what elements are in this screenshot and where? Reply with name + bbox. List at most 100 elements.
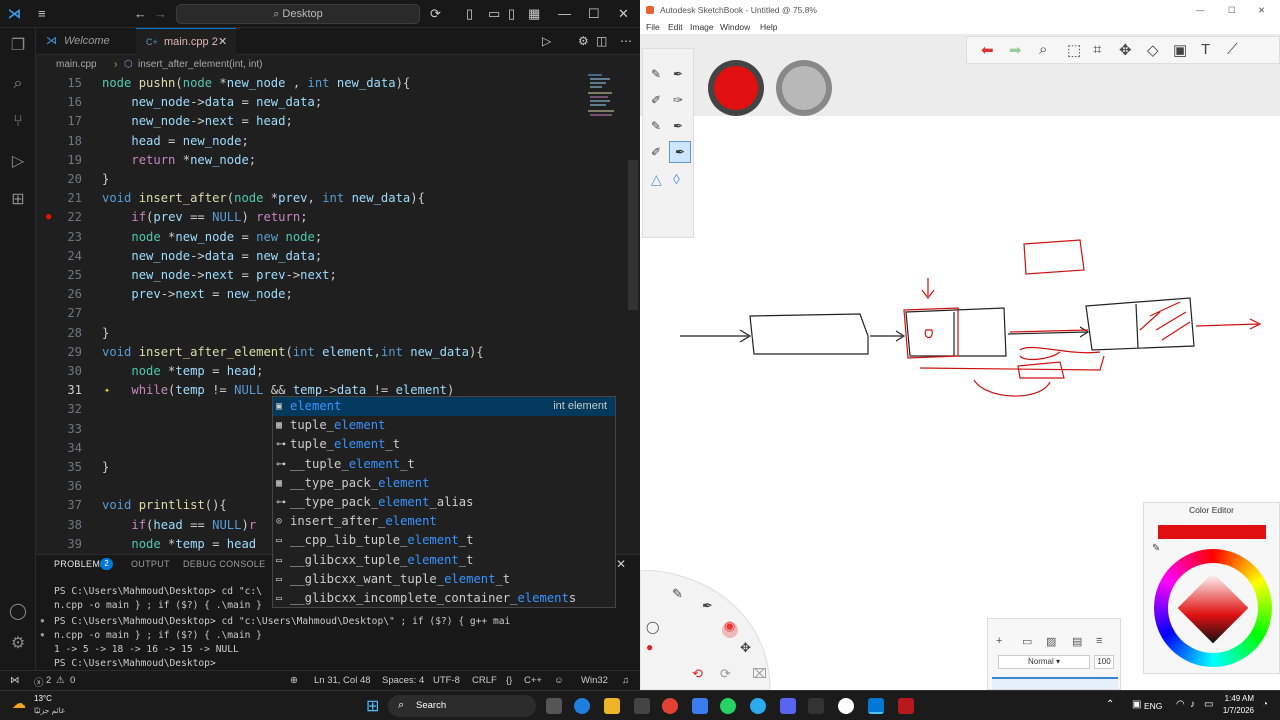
color-wheel[interactable] [1154,549,1272,667]
taskbar-search[interactable]: ⌕ Search [388,695,536,717]
weather-temp[interactable]: 13°C [34,694,52,703]
image-icon[interactable]: ▨ [1046,635,1056,648]
breadcrumb-symbol[interactable]: insert_after_element(int, int) [138,55,263,74]
menu-image[interactable]: Image [690,22,714,32]
redo-icon[interactable]: ➡ [1009,41,1022,59]
suggestion-item[interactable]: ▦ tuple_element [273,416,615,435]
language-mode[interactable]: C++ [524,675,542,686]
toggle-secondary-sidebar-icon[interactable]: ▯ [508,6,515,22]
more-actions-icon[interactable]: ⋯ [620,34,632,48]
code-line[interactable]: 21 void insert_after(node *prev, int new_… [36,189,596,208]
tab-main-cpp[interactable]: C+ main.cpp 2 ✕ [136,28,236,55]
telegram-icon[interactable] [750,698,766,714]
tab-debug-console[interactable]: DEBUG CONSOLE [183,559,265,569]
chrome-icon[interactable] [662,698,678,714]
split-editor-icon[interactable]: ◫ [596,34,607,48]
layer-opacity-field[interactable]: 100 [1094,655,1114,669]
menu-window[interactable]: Window [720,22,750,32]
redo-radial-icon[interactable]: ⟳ [720,666,731,682]
brush-marker-icon[interactable]: ✐ [651,93,661,107]
breadcrumb-file[interactable]: main.cpp [56,55,97,74]
menu-edit[interactable]: Edit [668,22,683,32]
brush-pen-icon[interactable]: ✒ [673,67,683,81]
color-dot-icon[interactable]: ● [646,640,653,654]
layer-clear-icon[interactable]: ▤ [1072,635,1082,648]
sketchbook-taskbar-icon[interactable] [898,698,914,714]
account-icon[interactable]: ◯ [8,602,28,622]
manage-gear-icon[interactable]: ⚙ [8,634,28,654]
volume-icon[interactable]: ♪ [1190,699,1195,710]
copilot-app-icon[interactable] [692,698,708,714]
code-line[interactable]: 25 new_node->next = prev->next; [36,266,596,285]
pen-app-icon[interactable] [808,698,824,714]
code-line[interactable]: 18 head = new_node; [36,132,596,151]
toggle-primary-sidebar-icon[interactable]: ▯ [466,6,473,22]
folder-icon[interactable]: ▭ [1022,635,1032,648]
maximize-icon[interactable]: ☐ [1228,0,1236,20]
suggestion-item[interactable]: ⊙ insert_after_element [273,512,615,531]
code-line[interactable]: 30 node *temp = head; [36,362,596,381]
error-count[interactable]: 2 [46,675,51,686]
encoding[interactable]: UTF-8 [433,675,460,686]
code-line[interactable]: 29 void insert_after_element(int element,… [36,343,596,362]
layer-menu-icon[interactable]: ≡ [1096,635,1102,647]
brush-size-puck[interactable] [776,60,832,116]
code-line[interactable]: 19 return *new_node; [36,151,596,170]
add-layer-icon[interactable]: + [996,635,1002,647]
media-player-icon[interactable] [838,698,854,714]
end-of-line[interactable]: CRLF [472,675,497,686]
code-line[interactable]: 26 prev->next = new_node; [36,285,596,304]
suggestion-item[interactable]: ▭ __glibcxx_want_tuple_element_t [273,570,615,589]
suggestion-item[interactable]: ⊶ __tuple_element_t [273,455,615,474]
customize-layout-icon[interactable]: ▦ [528,6,540,22]
ellipse-icon[interactable]: ◯ [646,620,659,634]
source-control-icon[interactable]: ⑂ [8,112,28,132]
suggestion-item[interactable]: ▦ __type_pack_element [273,474,615,493]
platform[interactable]: Win32 [581,675,608,686]
back-arrow-icon[interactable]: ← [134,6,147,22]
search-view-icon[interactable]: ⌕ [8,74,28,94]
minimap[interactable] [586,74,626,134]
weather-desc[interactable]: غائم جزئيًا [34,706,65,715]
close-window-icon[interactable]: ✕ [618,6,629,22]
close-tab-icon[interactable]: ✕ [218,29,227,56]
trash-icon[interactable]: ⌧ [752,666,767,682]
select-icon[interactable]: ⬚ [1067,41,1081,59]
brush-pencil-icon[interactable]: ✎ [651,67,661,81]
blend-mode-select[interactable]: Normal ▾ [998,655,1090,669]
breakpoint-icon[interactable]: ● [46,208,51,227]
maximize-icon[interactable]: ☐ [588,6,600,22]
editor-scrollbar[interactable] [628,160,638,310]
tab-welcome[interactable]: ⋊ Welcome [36,28,136,55]
notification-icon[interactable]: ◔ [1262,699,1268,710]
fill-icon[interactable]: ▣ [1173,41,1187,59]
tab-output[interactable]: OUTPUT [131,559,170,569]
settings-gear-icon[interactable]: ⚙ [578,34,589,48]
suggestion-item[interactable]: ⊶ tuple_element_t [273,435,615,454]
copilot-icon[interactable]: ⟳ [430,6,441,22]
explorer-icon[interactable]: ❐ [8,36,28,56]
remote-icon[interactable]: ⋈ [10,675,20,686]
tray-app-icon[interactable]: ▣ [1132,699,1141,710]
layer-row[interactable] [992,677,1118,689]
menu-help[interactable]: Help [760,22,777,32]
whatsapp-icon[interactable] [720,698,736,714]
warning-count[interactable]: 0 [70,675,75,686]
brush-tool-icon[interactable]: ✎ [672,586,683,602]
zoom-icon[interactable]: ⌕ [1039,41,1047,58]
code-line[interactable]: 22 if(prev == NULL) return; ● [36,208,596,227]
run-file-icon[interactable]: ▷ [542,34,551,48]
suggestion-item[interactable]: ▣ element int element [273,397,615,417]
terminal-prompt[interactable]: PS C:\Users\Mahmoud\Desktop> [54,657,222,671]
suggestion-item[interactable]: ⊶ __type_pack_element_alias [273,493,615,512]
undo-icon[interactable]: ⬅ [981,41,994,59]
wifi-icon[interactable]: ◠ [1176,699,1185,710]
input-language[interactable]: ENG [1144,701,1162,711]
store-icon[interactable] [634,698,650,714]
code-line[interactable]: 27 [36,304,596,323]
crop-icon[interactable]: ⌗ [1093,41,1101,58]
clock-date[interactable]: 1/7/2026 [1210,706,1254,715]
lightbulb-icon[interactable]: ✦ [104,381,110,400]
start-windows-icon[interactable]: ⊞ [366,696,379,716]
perspective-icon[interactable]: ◇ [1147,41,1159,59]
